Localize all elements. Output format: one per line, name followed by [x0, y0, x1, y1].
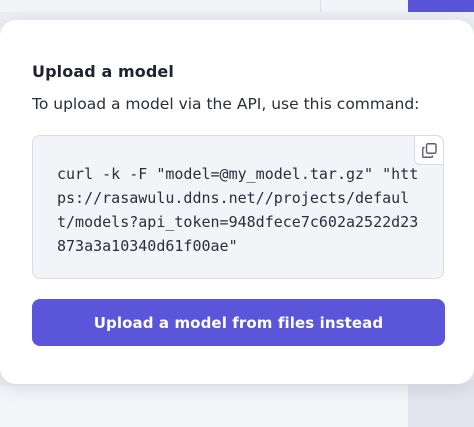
background-sidebar-strip — [408, 380, 474, 427]
upload-from-files-button[interactable]: Upload a model from files instead — [32, 299, 445, 346]
upload-model-dialog: Upload a model To upload a model via the… — [0, 20, 474, 384]
copy-button[interactable] — [414, 135, 444, 165]
dialog-title: Upload a model — [32, 62, 174, 81]
copy-icon — [422, 143, 437, 158]
background-accent-button — [408, 0, 474, 12]
api-command-text[interactable]: curl -k -F "model=@my_model.tar.gz" "htt… — [57, 162, 425, 258]
background-topbar — [0, 0, 474, 12]
background-panel — [0, 386, 408, 427]
dialog-description: To upload a model via the API, use this … — [32, 95, 420, 113]
background-divider — [320, 0, 321, 12]
api-command-box: curl -k -F "model=@my_model.tar.gz" "htt… — [32, 135, 444, 279]
